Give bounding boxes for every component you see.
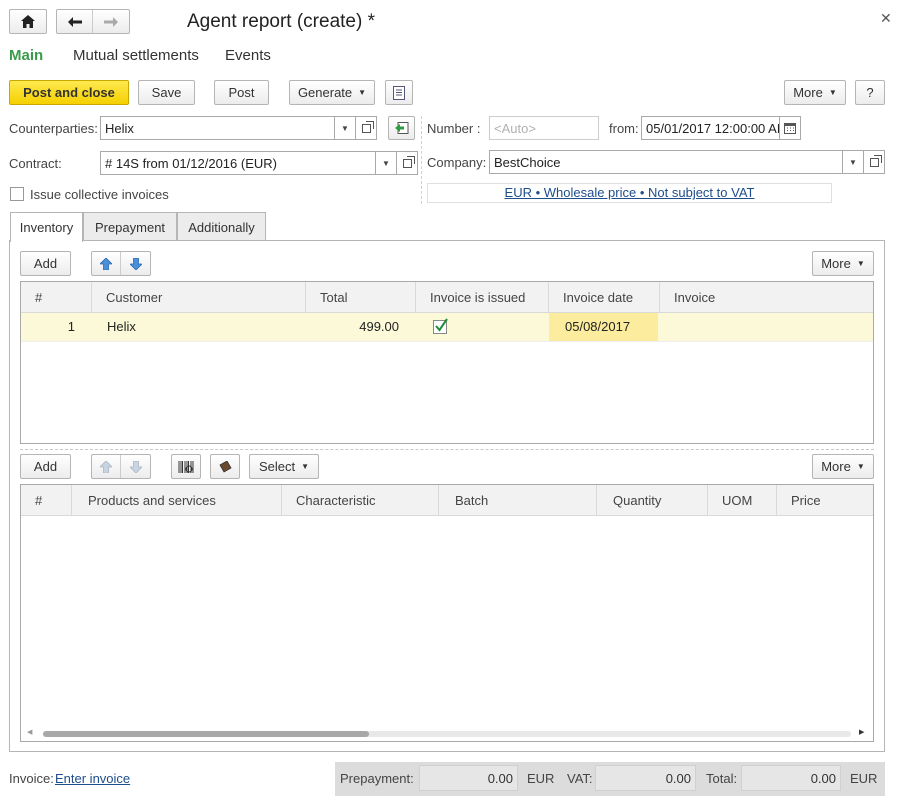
- company-dropdown[interactable]: ▼: [842, 150, 864, 174]
- tab-additionally[interactable]: Additionally: [177, 212, 266, 241]
- vat-label: VAT:: [567, 771, 593, 786]
- counterparties-label: Counterparties:: [9, 121, 98, 136]
- from-date-field[interactable]: 05/01/2017 12:00:00 AM: [641, 116, 780, 140]
- generate-button[interactable]: Generate ▼: [289, 80, 375, 105]
- arrow-right-icon: [104, 16, 118, 27]
- price-settings-link[interactable]: EUR • Wholesale price • Not subject to V…: [505, 185, 755, 200]
- forward-button[interactable]: [93, 10, 129, 33]
- arrow-left-icon: [67, 16, 82, 27]
- price-settings-box: EUR • Wholesale price • Not subject to V…: [427, 183, 832, 203]
- counterparties-open-button[interactable]: [355, 116, 377, 140]
- nav-tab-mutual-settlements[interactable]: Mutual settlements: [73, 47, 199, 64]
- tab-prepayment[interactable]: Prepayment: [83, 212, 177, 241]
- invoice-label: Invoice:: [9, 771, 54, 786]
- back-forward-group: [56, 9, 130, 34]
- chevron-down-icon: ▼: [828, 88, 837, 97]
- window-title: Agent report (create) *: [187, 11, 375, 32]
- chevron-down-icon: ▼: [849, 157, 857, 167]
- company-field[interactable]: BestChoice: [489, 150, 843, 174]
- home-button[interactable]: [9, 9, 47, 34]
- back-button[interactable]: [57, 10, 94, 33]
- close-icon[interactable]: ✕: [880, 10, 892, 27]
- collective-invoices-label: Issue collective invoices: [30, 187, 169, 202]
- company-open-button[interactable]: [863, 150, 885, 174]
- nav-tab-main[interactable]: Main: [9, 47, 43, 64]
- report-button[interactable]: [385, 80, 413, 105]
- more-button[interactable]: More ▼: [784, 80, 846, 105]
- prepayment-currency: EUR: [527, 771, 555, 786]
- document-icon: [393, 85, 405, 100]
- enter-invoice-link[interactable]: Enter invoice: [55, 771, 130, 786]
- prepayment-label: Prepayment:: [340, 771, 414, 786]
- counterparties-dropdown[interactable]: ▼: [334, 116, 356, 140]
- fill-icon: [394, 122, 408, 134]
- calendar-button[interactable]: [779, 116, 801, 140]
- total-currency: EUR: [850, 771, 878, 786]
- calendar-icon: [784, 122, 796, 134]
- contract-field[interactable]: # 14S from 01/12/2016 (EUR): [100, 151, 376, 175]
- tab-inventory[interactable]: Inventory: [10, 212, 83, 242]
- save-button[interactable]: Save: [138, 80, 195, 105]
- chevron-down-icon: ▼: [382, 158, 390, 168]
- open-icon: [361, 120, 374, 133]
- home-icon: [21, 15, 35, 28]
- form-column-divider: [421, 116, 422, 204]
- prepayment-value: 0.00: [419, 765, 518, 791]
- number-label: Number :: [427, 121, 481, 136]
- contract-label: Contract:: [9, 156, 62, 171]
- total-value: 0.00: [741, 765, 841, 791]
- open-icon: [869, 154, 882, 167]
- post-and-close-button[interactable]: Post and close: [9, 80, 129, 105]
- post-button[interactable]: Post: [214, 80, 269, 105]
- collective-invoices-checkbox[interactable]: [10, 187, 24, 201]
- open-icon: [402, 155, 415, 168]
- counterparties-field[interactable]: Helix: [100, 116, 335, 140]
- chevron-down-icon: ▼: [341, 123, 349, 133]
- total-label: Total:: [706, 771, 738, 786]
- more-label: More: [793, 85, 823, 100]
- company-label: Company:: [427, 155, 487, 170]
- help-button[interactable]: ?: [855, 80, 885, 105]
- nav-tab-events[interactable]: Events: [225, 47, 271, 64]
- contract-open-button[interactable]: [396, 151, 418, 175]
- chevron-down-icon: ▼: [358, 88, 367, 97]
- inventory-add-button[interactable]: Add: [20, 251, 71, 276]
- fill-button[interactable]: [388, 116, 415, 140]
- tab-panel: [9, 240, 885, 752]
- contract-dropdown[interactable]: ▼: [375, 151, 397, 175]
- from-label: from:: [609, 121, 639, 136]
- number-field[interactable]: <Auto>: [489, 116, 599, 140]
- vat-value: 0.00: [595, 765, 696, 791]
- generate-label: Generate: [297, 85, 353, 100]
